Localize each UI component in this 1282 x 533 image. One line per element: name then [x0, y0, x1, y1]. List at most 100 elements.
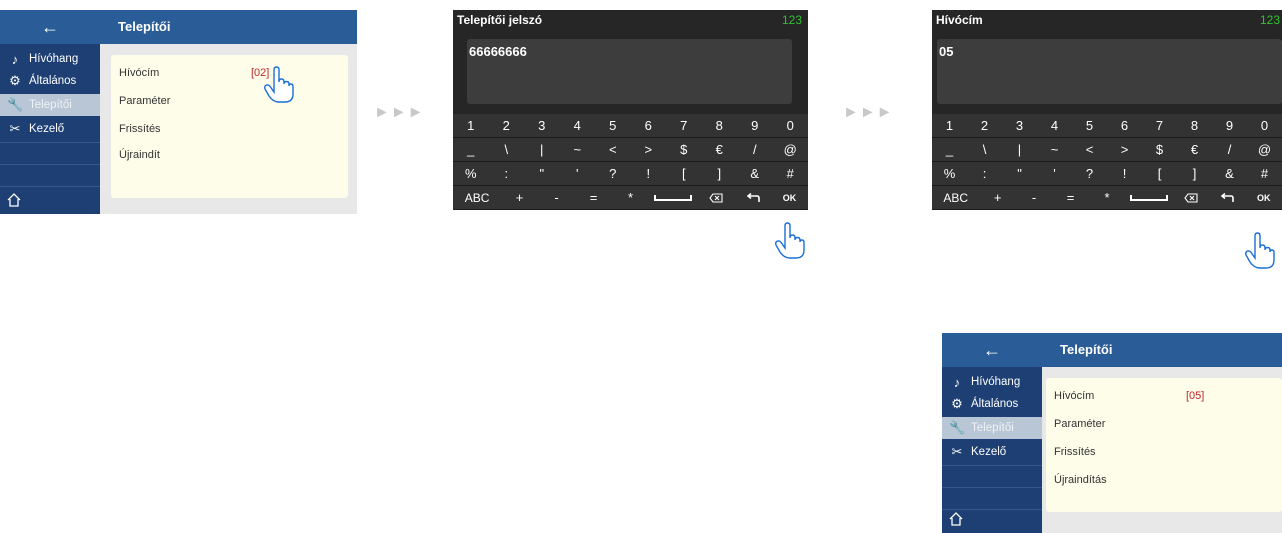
key[interactable]: ?	[1072, 162, 1107, 185]
key[interactable]: '	[1037, 162, 1072, 185]
key[interactable]: ?	[595, 162, 631, 185]
back-button[interactable]: ←	[0, 10, 100, 44]
sidebar-item-kezelo[interactable]: ✂ Kezelő	[0, 118, 100, 140]
sidebar-item-telepitoi[interactable]: 🔧 Telepítői	[0, 94, 100, 116]
key[interactable]: 5	[1072, 114, 1107, 137]
setting-row-ujraindit[interactable]: Újraindít	[119, 149, 160, 161]
key[interactable]: '	[560, 162, 596, 185]
key[interactable]: =	[575, 186, 612, 209]
key[interactable]: ]	[702, 162, 738, 185]
key[interactable]: !	[1107, 162, 1142, 185]
key[interactable]: _	[932, 138, 967, 161]
key[interactable]: [	[1142, 162, 1177, 185]
key[interactable]: "	[524, 162, 560, 185]
return-arrow-icon[interactable]	[734, 186, 771, 209]
key[interactable]: \	[967, 138, 1002, 161]
home-icon[interactable]	[948, 511, 964, 527]
key[interactable]: -	[1016, 186, 1052, 209]
key[interactable]: %	[453, 162, 489, 185]
key[interactable]: 4	[560, 114, 596, 137]
key[interactable]: 1	[453, 114, 489, 137]
key[interactable]: [	[666, 162, 702, 185]
sidebar-item-altalanos[interactable]: ⚙ Általános	[0, 70, 100, 92]
key[interactable]: <	[1072, 138, 1107, 161]
key[interactable]: |	[524, 138, 560, 161]
key[interactable]: 0	[1247, 114, 1282, 137]
key[interactable]: +	[979, 186, 1015, 209]
sidebar-item-hivohang[interactable]: ♪ Hívóhang	[942, 371, 1042, 393]
key[interactable]: 3	[524, 114, 560, 137]
key[interactable]: _	[453, 138, 489, 161]
setting-row-frissites[interactable]: Frissítés	[119, 123, 161, 135]
key[interactable]: +	[501, 186, 538, 209]
key[interactable]: €	[702, 138, 738, 161]
setting-row-parameter[interactable]: Paraméter	[1054, 418, 1105, 430]
key[interactable]: &	[737, 162, 773, 185]
key[interactable]: 4	[1037, 114, 1072, 137]
setting-row-hivocim[interactable]: Hívócím	[1054, 390, 1094, 402]
password-field[interactable]: 66666666	[467, 39, 792, 104]
space-bar-icon[interactable]	[649, 186, 697, 209]
abc-key[interactable]: ABC	[932, 186, 979, 209]
key[interactable]: *	[612, 186, 649, 209]
key[interactable]: €	[1177, 138, 1212, 161]
key[interactable]: 0	[773, 114, 809, 137]
key[interactable]: ]	[1177, 162, 1212, 185]
key[interactable]: <	[595, 138, 631, 161]
backspace-icon[interactable]	[1173, 186, 1209, 209]
home-icon[interactable]	[6, 192, 22, 208]
setting-row-ujrainditas[interactable]: Újraindítás	[1054, 474, 1107, 486]
input-mode-indicator[interactable]: 123	[1260, 13, 1280, 27]
key[interactable]: /	[737, 138, 773, 161]
key[interactable]: &	[1212, 162, 1247, 185]
key[interactable]: =	[1052, 186, 1088, 209]
key[interactable]: 2	[489, 114, 525, 137]
key[interactable]: 8	[1177, 114, 1212, 137]
sidebar-item-telepitoi[interactable]: 🔧 Telepítői	[942, 417, 1042, 439]
setting-row-frissites[interactable]: Frissítés	[1054, 446, 1096, 458]
ok-button[interactable]: OK	[1246, 186, 1282, 209]
key[interactable]: #	[1247, 162, 1282, 185]
key[interactable]: 5	[595, 114, 631, 137]
key[interactable]: 9	[1212, 114, 1247, 137]
key[interactable]: ~	[1037, 138, 1072, 161]
key[interactable]: 8	[702, 114, 738, 137]
key[interactable]: 6	[1107, 114, 1142, 137]
key[interactable]: /	[1212, 138, 1247, 161]
key[interactable]: 2	[967, 114, 1002, 137]
key[interactable]: \	[489, 138, 525, 161]
key[interactable]: $	[1142, 138, 1177, 161]
key[interactable]: |	[1002, 138, 1037, 161]
backspace-icon[interactable]	[697, 186, 734, 209]
key[interactable]: :	[489, 162, 525, 185]
key[interactable]: ~	[560, 138, 596, 161]
key[interactable]: @	[773, 138, 809, 161]
ok-button[interactable]: OK	[771, 186, 808, 209]
key[interactable]: -	[538, 186, 575, 209]
key[interactable]: 7	[666, 114, 702, 137]
space-bar-icon[interactable]	[1125, 186, 1172, 209]
key[interactable]: "	[1002, 162, 1037, 185]
key[interactable]: #	[773, 162, 809, 185]
sidebar-item-hivohang[interactable]: ♪ Hívóhang	[0, 48, 100, 70]
key[interactable]: %	[932, 162, 967, 185]
key[interactable]: *	[1089, 186, 1125, 209]
input-mode-indicator[interactable]: 123	[782, 13, 802, 27]
key[interactable]: @	[1247, 138, 1282, 161]
key[interactable]: 6	[631, 114, 667, 137]
key[interactable]: 9	[737, 114, 773, 137]
key[interactable]: !	[631, 162, 667, 185]
address-field[interactable]: 05	[937, 39, 1282, 104]
setting-row-parameter[interactable]: Paraméter	[119, 95, 170, 107]
sidebar-item-altalanos[interactable]: ⚙ Általános	[942, 393, 1042, 415]
key[interactable]: >	[1107, 138, 1142, 161]
key[interactable]: 7	[1142, 114, 1177, 137]
sidebar-item-kezelo[interactable]: ✂ Kezelő	[942, 441, 1042, 463]
key[interactable]: >	[631, 138, 667, 161]
return-arrow-icon[interactable]	[1209, 186, 1245, 209]
key[interactable]: $	[666, 138, 702, 161]
key[interactable]: :	[967, 162, 1002, 185]
abc-key[interactable]: ABC	[453, 186, 501, 209]
back-button[interactable]: ←	[942, 333, 1042, 367]
setting-row-hivocim[interactable]: Hívócím	[119, 67, 159, 79]
